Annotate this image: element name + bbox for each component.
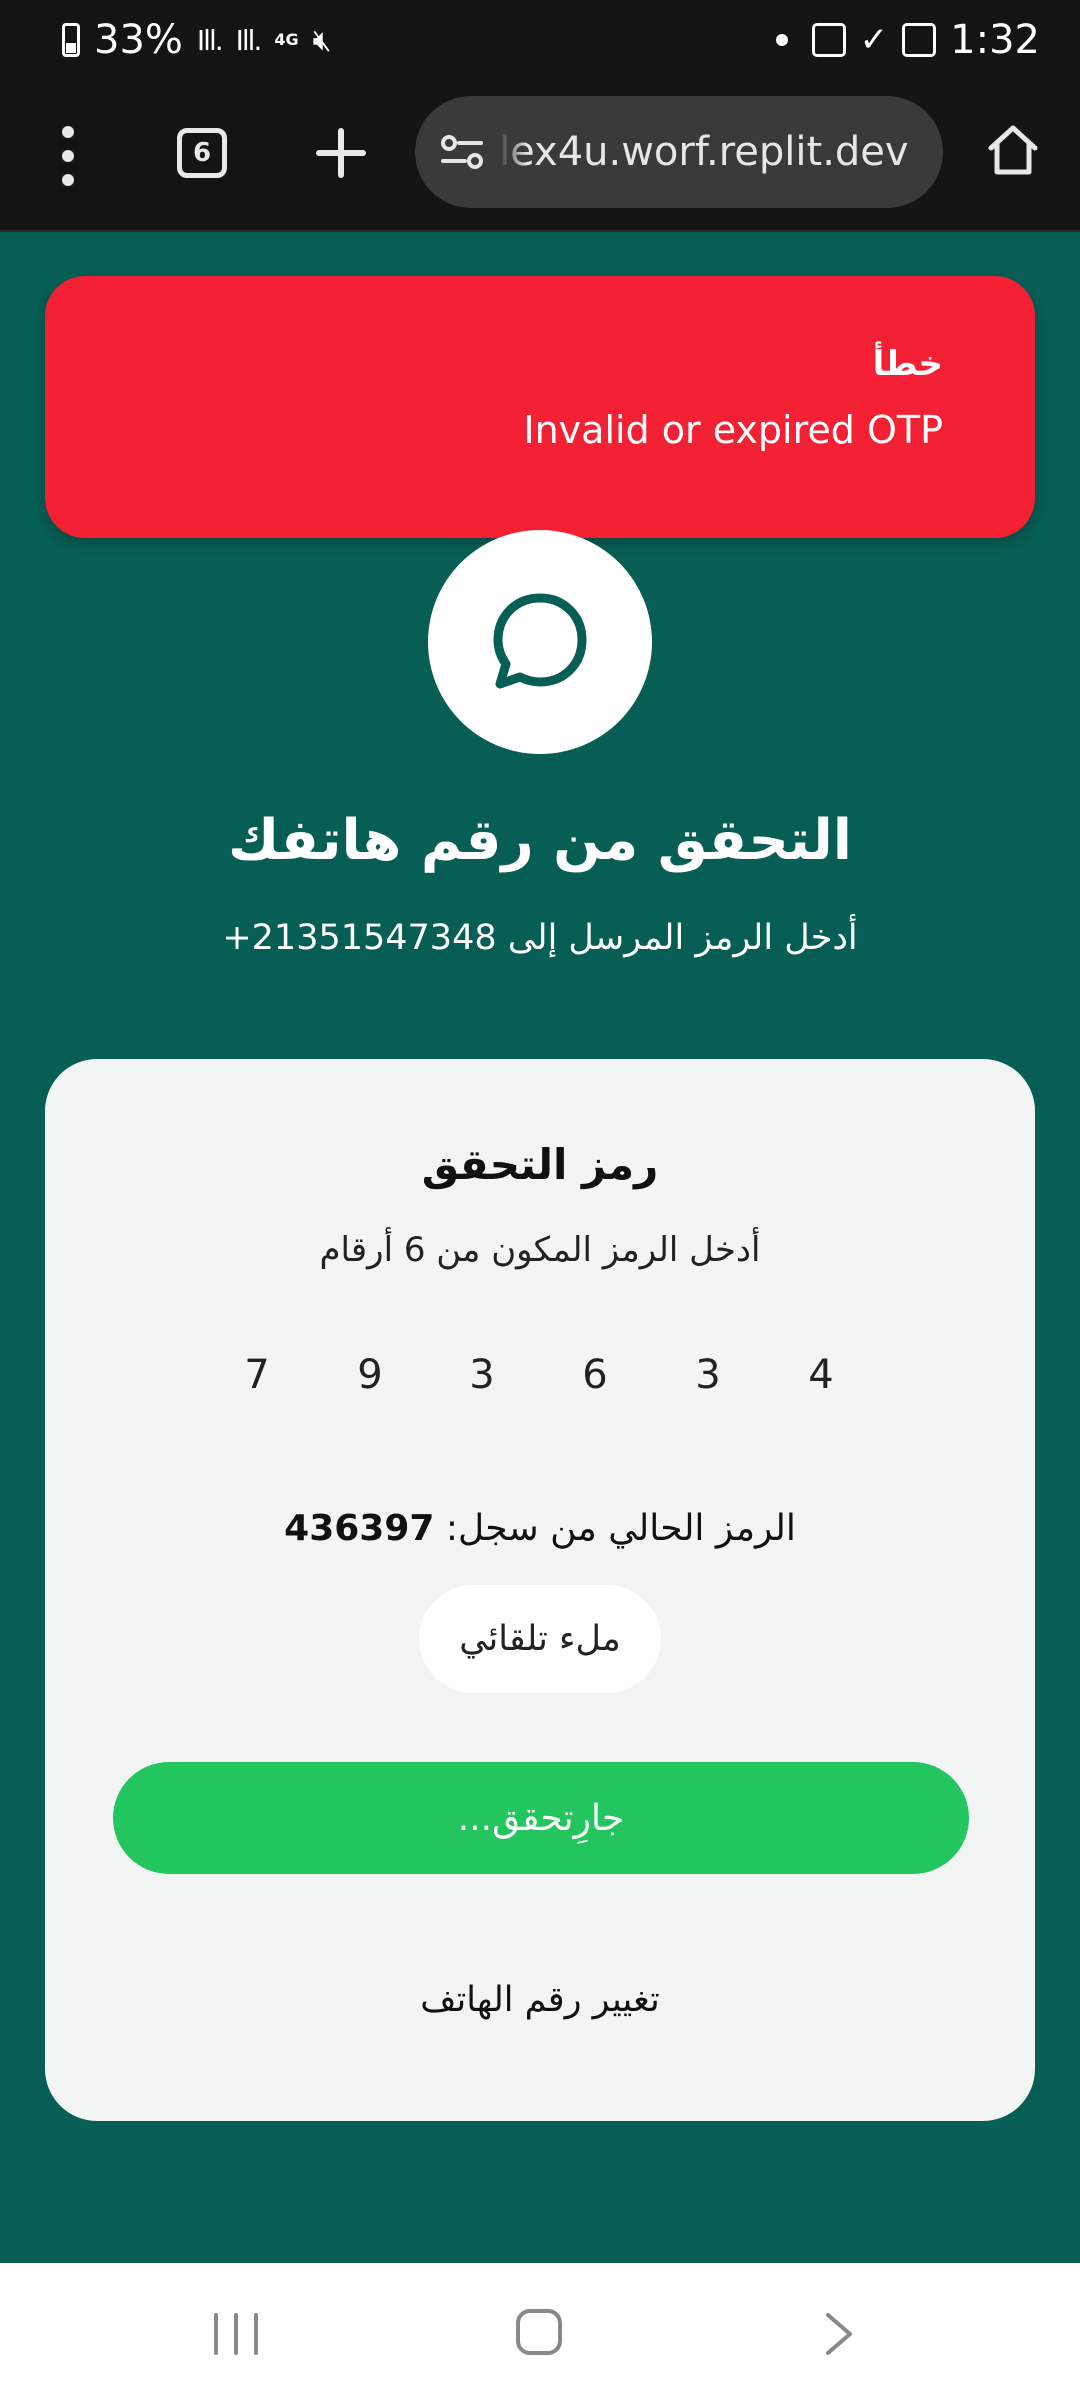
page-title: التحقق من رقم هاتفك: [228, 808, 852, 873]
back-icon[interactable]: [820, 2311, 860, 2357]
recents-icon[interactable]: [214, 2313, 260, 2355]
toast-message: Invalid or expired OTP: [523, 408, 943, 452]
current-code-line: الرمز الحالي من سجل: 436397: [0, 1508, 1080, 1549]
otp-input-3[interactable]: 6: [560, 1352, 630, 1398]
tabs-button[interactable]: 6: [177, 128, 227, 178]
card-title: رمز التحقق: [421, 1140, 659, 1189]
chat-bubble-icon: [493, 593, 587, 689]
otp-input-1[interactable]: 4: [786, 1352, 856, 1398]
signal-icon: Ill.: [196, 23, 224, 57]
status-right: ✓ 1:32: [775, 17, 1040, 63]
battery-level: 33%: [94, 17, 183, 63]
otp-input-2[interactable]: 3: [673, 1352, 743, 1398]
verify-button[interactable]: جارِتحقق...: [113, 1762, 969, 1874]
signal-icon-2: Ill.: [235, 23, 263, 57]
otp-input-5[interactable]: 9: [335, 1352, 405, 1398]
check-icon: ✓: [859, 20, 889, 60]
home-icon[interactable]: [985, 122, 1041, 178]
new-tab-icon[interactable]: [316, 128, 366, 178]
address-bar[interactable]: lex4u.worf.replit.dev: [415, 96, 943, 208]
navigation-bar: [0, 2263, 1080, 2400]
menu-icon[interactable]: [56, 126, 80, 186]
url-text: lex4u.worf.replit.dev: [499, 129, 909, 175]
notification-dot-icon: [775, 34, 788, 46]
change-phone-link[interactable]: تغيير رقم الهاتف: [0, 1980, 1080, 2020]
browser-toolbar: 6 lex4u.worf.replit.dev: [0, 80, 1080, 232]
site-settings-icon[interactable]: [437, 127, 487, 177]
card-description: أدخل الرمز المكون من 6 أرقام: [319, 1230, 761, 1270]
logo: [428, 530, 652, 754]
clock: 1:32: [950, 17, 1040, 63]
autofill-label: ملء تلقائي: [459, 1619, 621, 1659]
page-subtitle: أدخل الرمز المرسل إلى 21351547348+: [222, 918, 858, 958]
mute-icon: 🔇︎: [312, 22, 332, 58]
status-left: 33% Ill. Ill. 4G 🔇︎: [62, 17, 332, 63]
toast-title: خطأ: [872, 344, 943, 384]
image-notification-icon: [902, 23, 937, 57]
otp-input-4[interactable]: 3: [447, 1352, 517, 1398]
otp-input-6[interactable]: 7: [222, 1352, 292, 1398]
network-type: 4G: [274, 30, 299, 49]
tab-count: 6: [192, 138, 212, 168]
current-code-label: الرمز الحالي من سجل:: [445, 1508, 796, 1549]
battery-icon: [62, 23, 80, 57]
autofill-button[interactable]: ملء تلقائي: [419, 1585, 661, 1693]
facebook-notification-icon: [811, 23, 846, 57]
status-bar: 33% Ill. Ill. 4G 🔇︎ ✓ 1:32: [0, 0, 1080, 80]
home-nav-icon[interactable]: [516, 2309, 562, 2355]
error-toast: خطأ Invalid or expired OTP: [45, 276, 1035, 538]
verify-label: جارِتحقق...: [457, 1797, 625, 1839]
current-code-value: 436397: [284, 1508, 435, 1549]
